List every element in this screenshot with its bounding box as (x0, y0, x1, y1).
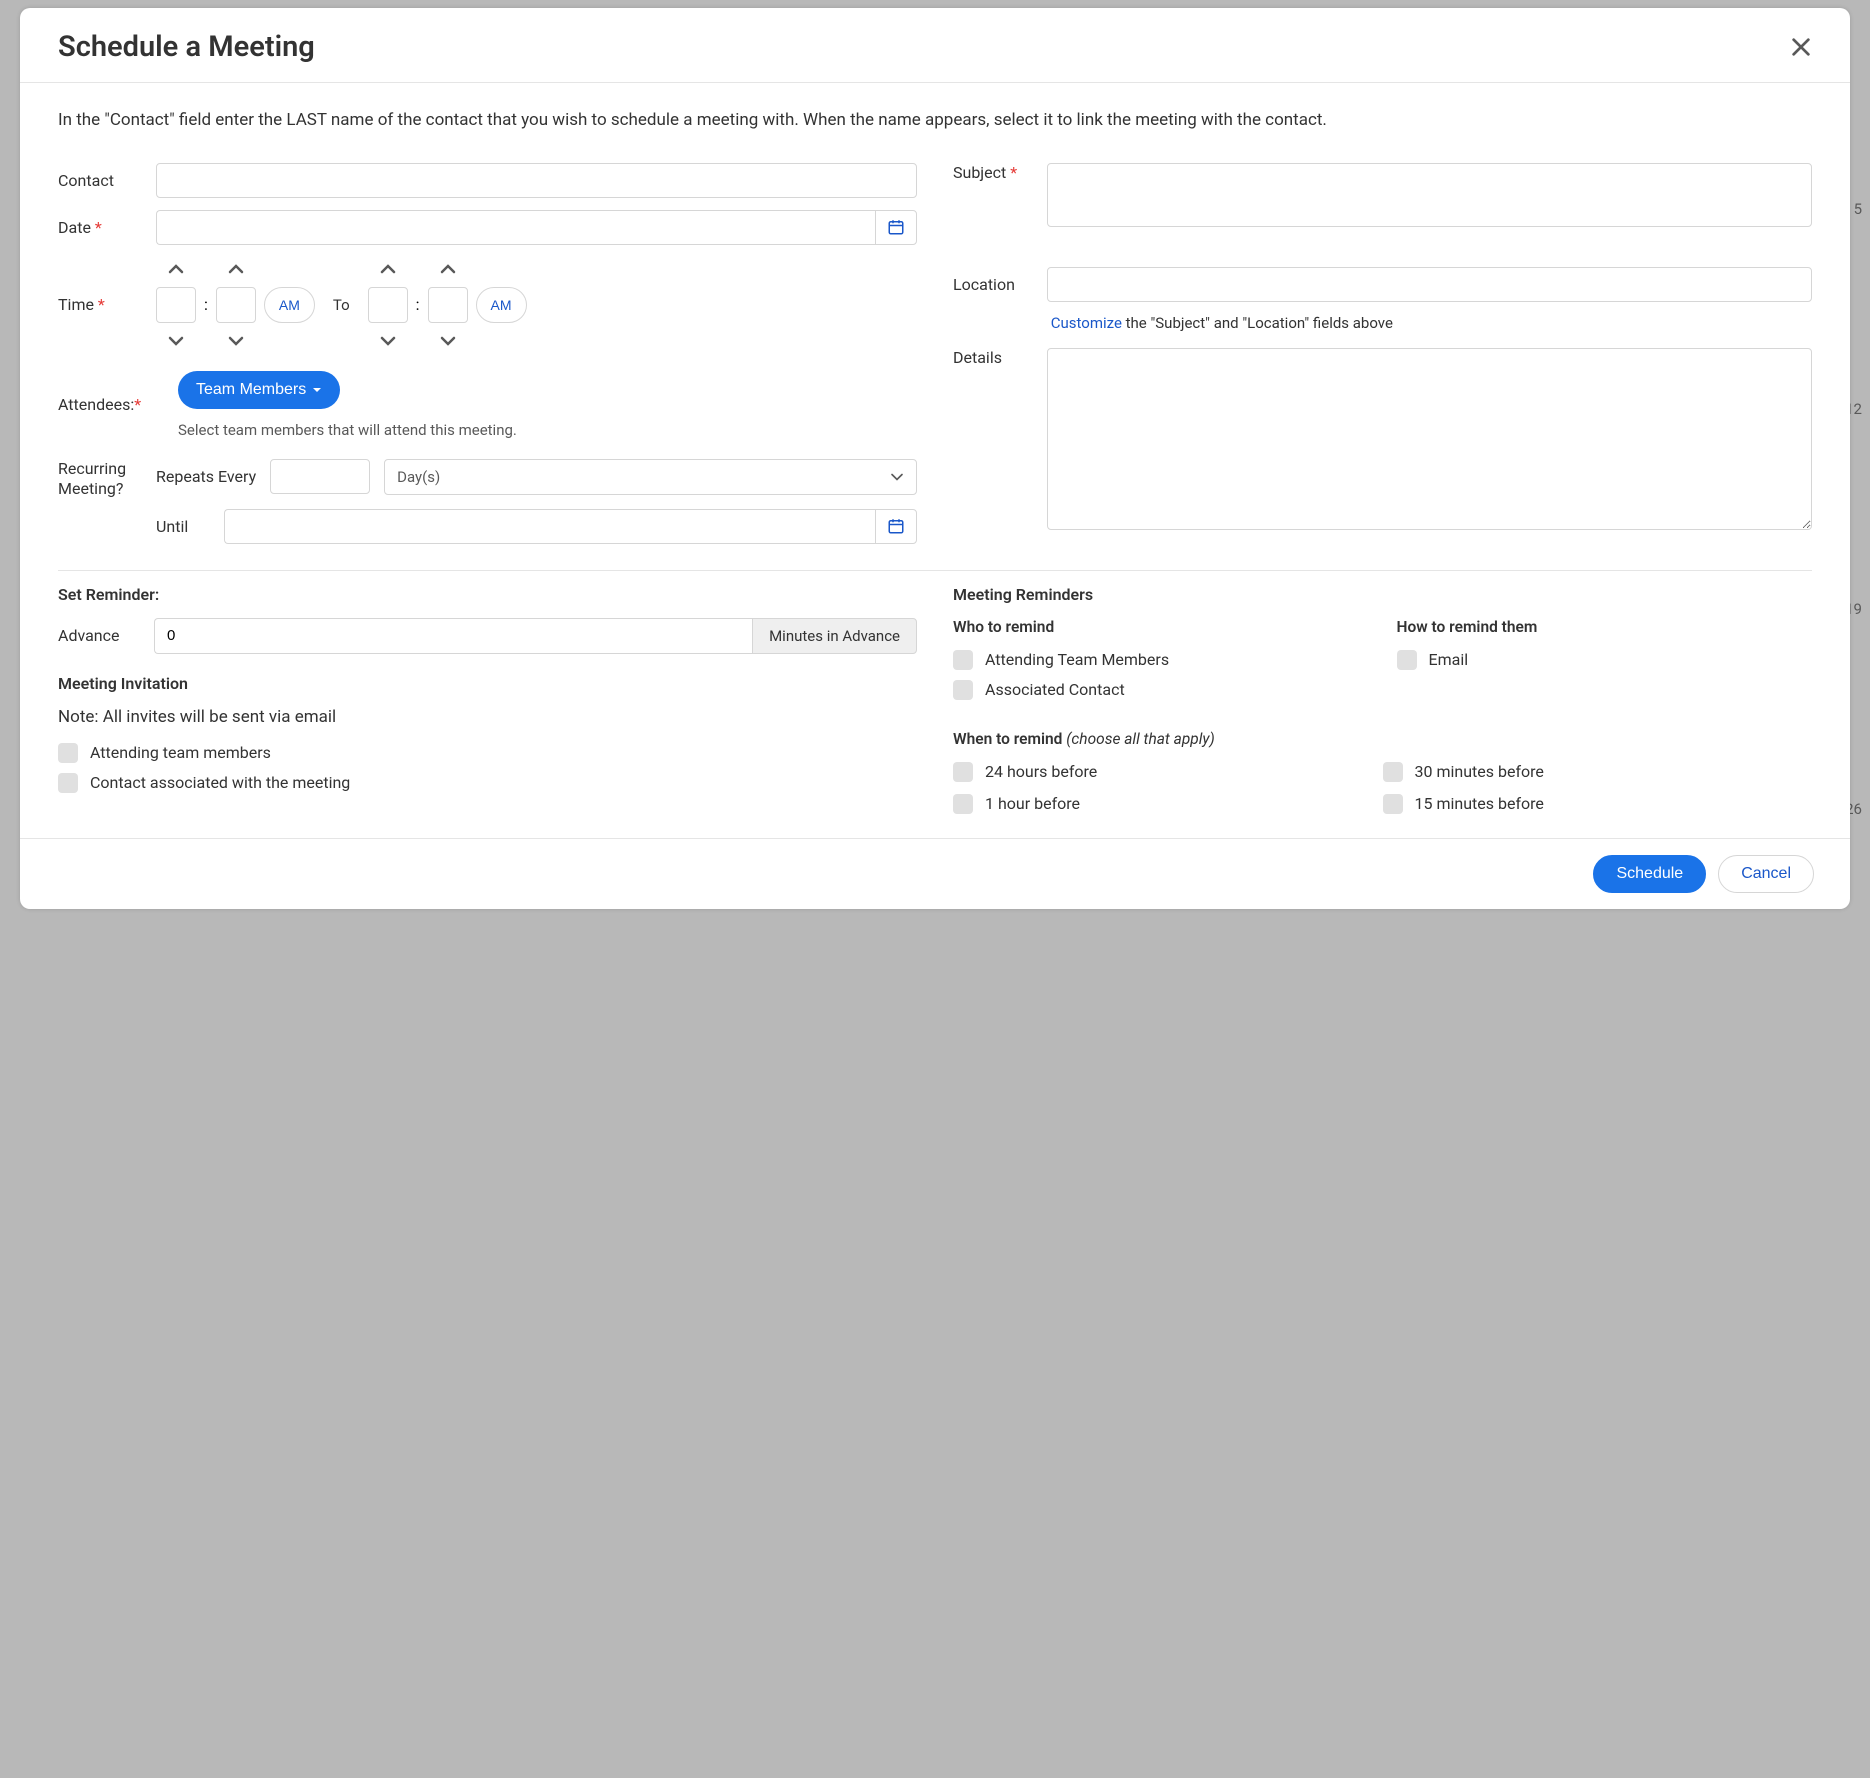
remind-associated-checkbox[interactable] (953, 680, 973, 700)
contact-label: Contact (58, 171, 156, 190)
remind-email-checkbox[interactable] (1397, 650, 1417, 670)
how-remind-heading: How to remind them (1397, 618, 1813, 636)
date-label: Date * (58, 218, 156, 237)
chevron-up-icon[interactable] (380, 263, 396, 275)
until-label: Until (156, 517, 206, 536)
until-date-input[interactable] (224, 509, 875, 544)
modal-header: Schedule a Meeting (20, 8, 1850, 83)
location-input[interactable] (1047, 267, 1812, 302)
advance-label: Advance (58, 626, 154, 645)
advance-input[interactable] (154, 618, 752, 654)
location-label: Location (953, 275, 1047, 294)
remind-24h-checkbox[interactable] (953, 762, 973, 782)
details-label: Details (953, 348, 1047, 367)
caret-down-icon (312, 381, 322, 399)
calendar-icon[interactable] (875, 210, 917, 245)
invite-contact-label: Contact associated with the meeting (90, 773, 350, 792)
attendees-label: Attendees:* (58, 395, 156, 414)
invite-contact-checkbox[interactable] (58, 773, 78, 793)
contact-input[interactable] (156, 163, 917, 198)
advance-unit: Minutes in Advance (752, 618, 917, 654)
modal-title: Schedule a Meeting (58, 30, 315, 64)
subject-label: Subject * (953, 163, 1047, 182)
schedule-meeting-modal: Schedule a Meeting In the "Contact" fiel… (20, 8, 1850, 909)
chevron-up-icon[interactable] (440, 263, 456, 275)
remind-1h-checkbox[interactable] (953, 794, 973, 814)
end-hour-input[interactable] (368, 287, 408, 323)
chevron-down-icon[interactable] (168, 335, 184, 347)
start-hour-input[interactable] (156, 287, 196, 323)
invite-team-label: Attending team members (90, 743, 271, 762)
calendar-icon[interactable] (875, 509, 917, 544)
cancel-button[interactable]: Cancel (1718, 855, 1814, 893)
invitation-note: Note: All invites will be sent via email (58, 707, 917, 727)
chevron-up-icon[interactable] (228, 263, 244, 275)
details-textarea[interactable] (1047, 348, 1812, 530)
end-minute-input[interactable] (428, 287, 468, 323)
meeting-reminders-heading: Meeting Reminders (953, 585, 1812, 604)
chevron-down-icon[interactable] (440, 335, 456, 347)
time-to-label: To (333, 296, 350, 314)
who-remind-heading: Who to remind (953, 618, 1369, 636)
bg-number: 5 (1854, 200, 1862, 218)
remind-30m-checkbox[interactable] (1383, 762, 1403, 782)
invitation-heading: Meeting Invitation (58, 674, 917, 693)
chevron-down-icon[interactable] (380, 335, 396, 347)
set-reminder-heading: Set Reminder: (58, 585, 917, 604)
remind-15m-checkbox[interactable] (1383, 794, 1403, 814)
close-icon[interactable] (1790, 36, 1812, 58)
repeats-every-label: Repeats Every (156, 467, 256, 486)
customize-text: the "Subject" and "Location" fields abov… (1122, 314, 1393, 332)
chevron-down-icon[interactable] (228, 335, 244, 347)
chevron-down-icon (890, 472, 904, 482)
team-members-dropdown[interactable]: Team Members (178, 371, 340, 409)
repeat-unit-select[interactable]: Day(s) (384, 459, 917, 495)
end-ampm-toggle[interactable]: AM (476, 287, 527, 323)
date-input[interactable] (156, 210, 875, 245)
recurring-label: Recurring Meeting? (58, 459, 156, 501)
start-ampm-toggle[interactable]: AM (264, 287, 315, 323)
customize-link[interactable]: Customize (1051, 314, 1122, 332)
attendees-helper: Select team members that will attend thi… (178, 421, 917, 439)
repeats-count-input[interactable] (270, 459, 370, 494)
schedule-button[interactable]: Schedule (1593, 855, 1706, 893)
remind-attending-checkbox[interactable] (953, 650, 973, 670)
start-minute-input[interactable] (216, 287, 256, 323)
when-remind-heading: When to remind (choose all that apply) (953, 730, 1812, 748)
instructions-text: In the "Contact" field enter the LAST na… (58, 103, 1812, 139)
time-label: Time * (58, 295, 156, 314)
subject-input[interactable] (1047, 163, 1812, 227)
chevron-up-icon[interactable] (168, 263, 184, 275)
invite-team-checkbox[interactable] (58, 743, 78, 763)
